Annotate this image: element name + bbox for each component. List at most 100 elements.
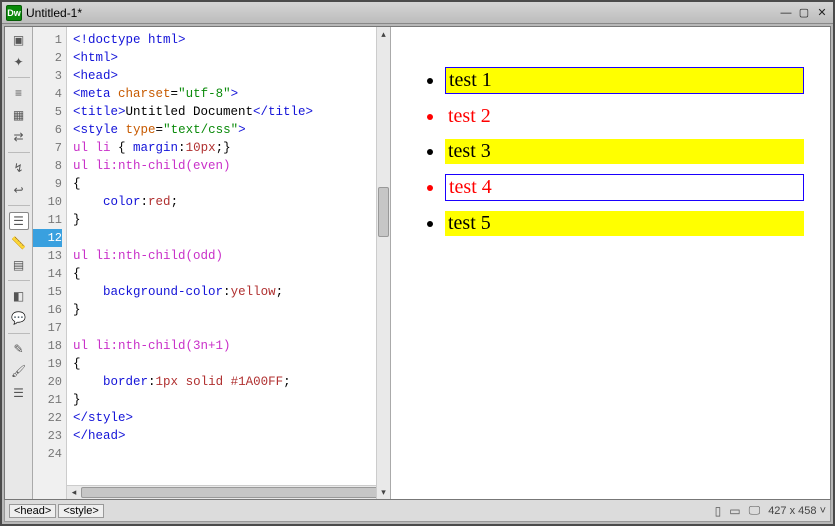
scroll-h-thumb[interactable] bbox=[81, 487, 381, 498]
menu-icon[interactable]: ☰ bbox=[9, 384, 29, 402]
line-number[interactable]: 6 bbox=[33, 121, 62, 139]
device-phone-icon[interactable]: ▯ bbox=[715, 504, 722, 518]
horizontal-scrollbar[interactable]: ◂ ▸ bbox=[67, 485, 376, 499]
minimize-button[interactable]: ― bbox=[779, 6, 793, 20]
close-button[interactable]: ✕ bbox=[815, 6, 829, 20]
line-gutter[interactable]: 123456789101112131415161718192021222324 bbox=[33, 27, 67, 499]
scroll-v-thumb[interactable] bbox=[378, 187, 389, 237]
line-number[interactable]: 20 bbox=[33, 373, 62, 391]
line-number[interactable]: 14 bbox=[33, 265, 62, 283]
line-number[interactable]: 13 bbox=[33, 247, 62, 265]
device-tablet-icon[interactable]: ▭ bbox=[729, 504, 740, 518]
dimensions-value: 427 x 458 bbox=[768, 505, 816, 517]
code-line[interactable]: ul li:nth-child(even) bbox=[73, 157, 376, 175]
brush-icon[interactable]: 🖌 bbox=[9, 362, 29, 380]
code-line[interactable]: <!doctype html> bbox=[73, 31, 376, 49]
code-line[interactable]: ul li { margin:10px;} bbox=[73, 139, 376, 157]
line-number[interactable]: 4 bbox=[33, 85, 62, 103]
separator bbox=[8, 77, 30, 78]
scroll-down-button[interactable]: ▾ bbox=[377, 485, 390, 499]
separator bbox=[8, 333, 30, 334]
code-line[interactable]: </head> bbox=[73, 427, 376, 445]
line-number[interactable]: 18 bbox=[33, 337, 62, 355]
comment-icon[interactable]: 💬 bbox=[9, 309, 29, 327]
line-number[interactable]: 9 bbox=[33, 175, 62, 193]
chevron-down-icon: ˅ bbox=[817, 505, 826, 517]
scroll-left-button[interactable]: ◂ bbox=[67, 487, 81, 498]
code-line[interactable] bbox=[73, 445, 376, 463]
status-bar: <head> <style> ▯ ▭ 🖵 427 x 458 ˅ bbox=[4, 500, 831, 522]
line-number[interactable]: 22 bbox=[33, 409, 62, 427]
arrows-icon[interactable]: ⇄ bbox=[9, 128, 29, 146]
breadcrumb-head[interactable]: <head> bbox=[9, 504, 56, 518]
scroll-up-button[interactable]: ▴ bbox=[377, 27, 390, 41]
line-number[interactable]: 12 bbox=[33, 229, 62, 247]
list-item: test 3 bbox=[445, 139, 804, 164]
code-editor[interactable]: <!doctype html><html><head><meta charset… bbox=[67, 27, 376, 483]
code-line[interactable]: color:red; bbox=[73, 193, 376, 211]
window-controls: ― ▢ ✕ bbox=[779, 6, 829, 20]
code-line[interactable]: } bbox=[73, 391, 376, 409]
preview-pane: test 1 test 2 test 3 test 4 test 5 bbox=[391, 27, 830, 499]
code-line[interactable]: ul li:nth-child(odd) bbox=[73, 247, 376, 265]
line-number[interactable]: 7 bbox=[33, 139, 62, 157]
tool-sidebar: ▣ ✦ ≡ ▦ ⇄ ↯ ↩ ☰ 📏 ▤ ◧ 💬 ✎ 🖌 ☰ bbox=[5, 27, 33, 499]
separator bbox=[8, 152, 30, 153]
line-number[interactable]: 24 bbox=[33, 445, 62, 463]
lightning-icon[interactable]: ↯ bbox=[9, 159, 29, 177]
code-line[interactable]: ul li:nth-child(3n+1) bbox=[73, 337, 376, 355]
panel-icon[interactable]: ▤ bbox=[9, 256, 29, 274]
line-number[interactable]: 8 bbox=[33, 157, 62, 175]
code-line[interactable] bbox=[73, 319, 376, 337]
app-icon: Dw bbox=[6, 5, 22, 21]
code-line[interactable]: { bbox=[73, 265, 376, 283]
scroll-h-track[interactable] bbox=[81, 486, 362, 499]
preview-list: test 1 test 2 test 3 test 4 test 5 bbox=[417, 67, 804, 236]
viewport-dimensions[interactable]: 427 x 458 ˅ bbox=[768, 505, 826, 517]
grid-icon[interactable]: ▦ bbox=[9, 106, 29, 124]
code-line[interactable] bbox=[73, 229, 376, 247]
line-number[interactable]: 11 bbox=[33, 211, 62, 229]
code-line[interactable]: background-color:yellow; bbox=[73, 283, 376, 301]
line-number[interactable]: 17 bbox=[33, 319, 62, 337]
line-number[interactable]: 15 bbox=[33, 283, 62, 301]
code-line[interactable]: </style> bbox=[73, 409, 376, 427]
code-pane: 123456789101112131415161718192021222324 … bbox=[33, 27, 391, 499]
code-line[interactable]: } bbox=[73, 211, 376, 229]
highlight-icon[interactable]: ✎ bbox=[9, 340, 29, 358]
list-icon[interactable]: ☰ bbox=[9, 212, 29, 230]
line-number[interactable]: 23 bbox=[33, 427, 62, 445]
nav-icon[interactable]: ◧ bbox=[9, 287, 29, 305]
line-number[interactable]: 3 bbox=[33, 67, 62, 85]
code-line[interactable]: border:1px solid #1A00FF; bbox=[73, 373, 376, 391]
line-number[interactable]: 1 bbox=[33, 31, 62, 49]
line-number[interactable]: 5 bbox=[33, 103, 62, 121]
wrap-icon[interactable]: ↩ bbox=[9, 181, 29, 199]
code-line[interactable]: <html> bbox=[73, 49, 376, 67]
line-number[interactable]: 10 bbox=[33, 193, 62, 211]
code-line[interactable]: <style type="text/css"> bbox=[73, 121, 376, 139]
code-line[interactable]: { bbox=[73, 355, 376, 373]
ruler-icon[interactable]: 📏 bbox=[9, 234, 29, 252]
list-item: test 4 bbox=[445, 174, 804, 201]
view-icon[interactable]: ▣ bbox=[9, 31, 29, 49]
code-line[interactable]: <meta charset="utf-8"> bbox=[73, 85, 376, 103]
maximize-button[interactable]: ▢ bbox=[797, 6, 811, 20]
code-line[interactable]: { bbox=[73, 175, 376, 193]
code-line[interactable]: <head> bbox=[73, 67, 376, 85]
line-number[interactable]: 2 bbox=[33, 49, 62, 67]
list-item: test 1 bbox=[445, 67, 804, 94]
line-number[interactable]: 19 bbox=[33, 355, 62, 373]
wand-icon[interactable]: ✦ bbox=[9, 53, 29, 71]
line-number[interactable]: 16 bbox=[33, 301, 62, 319]
device-desktop-icon[interactable]: 🖵 bbox=[749, 503, 761, 518]
breadcrumb-style[interactable]: <style> bbox=[58, 504, 103, 518]
document-title: Untitled-1* bbox=[26, 6, 779, 20]
code-line[interactable]: <title>Untitled Document</title> bbox=[73, 103, 376, 121]
line-number[interactable]: 21 bbox=[33, 391, 62, 409]
list-item: test 2 bbox=[445, 104, 804, 129]
align-icon[interactable]: ≡ bbox=[9, 84, 29, 102]
separator bbox=[8, 280, 30, 281]
vertical-scrollbar[interactable]: ▴ ▾ bbox=[376, 27, 390, 499]
code-line[interactable]: } bbox=[73, 301, 376, 319]
